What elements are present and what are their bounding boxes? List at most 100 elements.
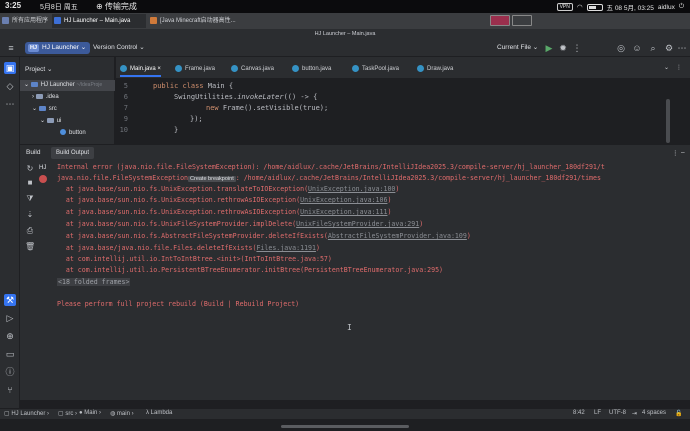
caret-position[interactable]: 8:42 xyxy=(573,410,585,416)
exception-class[interactable]: java.nio.file.FileSystemException xyxy=(57,174,188,182)
editor-scrollbar[interactable] xyxy=(666,99,670,143)
taskbar-intellij[interactable]: HJ Launcher – Main.java xyxy=(52,14,146,28)
tree-item-root[interactable]: ⌄ HJ Launcher ~/IdeaProje xyxy=(20,80,115,91)
breadcrumb-src[interactable]: ▢ src › xyxy=(58,410,77,417)
home-indicator[interactable] xyxy=(281,425,409,428)
run-config-select[interactable]: Current File ⌄ xyxy=(497,43,538,51)
git-icon[interactable]: ⑂ xyxy=(4,384,16,396)
run-icon[interactable]: ▶ xyxy=(543,42,555,54)
code-line: }); xyxy=(190,115,203,123)
exception-path: : /home/aidlux/.cache/JetBrains/IntelliJ… xyxy=(235,174,601,182)
workspace-thumb[interactable] xyxy=(512,15,532,26)
breadcrumb-lambda-label: Lambda xyxy=(150,410,173,416)
taskbar-browser[interactable]: [Java Minecraft启动器高性... xyxy=(148,14,268,28)
breadcrumb-project[interactable]: ▢ HJ Launcher › xyxy=(4,410,49,417)
tab-canvas-java[interactable]: Canvas.java xyxy=(231,63,274,77)
folder-icon xyxy=(30,81,38,87)
more-actions-icon[interactable]: ⋮ xyxy=(571,42,583,54)
stack-frame-link[interactable]: Files.java:1191 xyxy=(256,244,316,252)
panel-options-icon[interactable]: ⋮ xyxy=(672,149,679,157)
problems-icon[interactable]: ⓘ xyxy=(4,366,16,378)
window-controls-icon[interactable]: ⋯ xyxy=(676,42,688,54)
tab-taskpool-java[interactable]: TaskPool.java xyxy=(352,63,399,77)
project-switcher[interactable]: HJ HJ Launcher ⌄ xyxy=(25,42,91,54)
apps-icon xyxy=(2,17,9,24)
ai-assistant-icon[interactable]: ◎ xyxy=(615,42,627,54)
taskbar-all-apps[interactable]: 所有应用程序 xyxy=(0,14,50,28)
main-menu-icon[interactable]: ≡ xyxy=(5,42,17,54)
project-tool-icon[interactable]: ▣ xyxy=(4,62,16,74)
stack-frame-link[interactable]: AbstractFileSystemProvider.java:109 xyxy=(328,232,467,240)
clear-icon[interactable]: 🗑 xyxy=(25,242,35,252)
stack-frame: at com.intellij.util.io.IntToIntBtree.<i… xyxy=(50,255,332,263)
power-icon[interactable]: ⏻ xyxy=(679,3,684,11)
breadcrumb-main-method-label: main xyxy=(116,411,130,417)
commit-icon[interactable]: ◇ xyxy=(4,80,16,92)
tab-overflow-icon[interactable]: ⌄ xyxy=(664,62,669,76)
account-icon[interactable]: ☺ xyxy=(631,42,643,54)
stop-icon[interactable]: ■ xyxy=(25,178,35,188)
stack-frame-link[interactable]: UnixException.java:106 xyxy=(300,196,387,204)
home-indicator-area xyxy=(0,419,690,431)
tree-item-idea[interactable]: › .idea xyxy=(20,92,59,103)
create-breakpoint-tooltip[interactable]: Create breakpoint xyxy=(188,176,236,182)
lock-icon[interactable]: 🔓 xyxy=(675,410,682,417)
tab-button-java[interactable]: button.java xyxy=(292,63,331,77)
breadcrumb-lambda[interactable]: λ Lambda xyxy=(146,410,172,416)
stack-frame-end: ) xyxy=(419,220,424,228)
rerun-icon[interactable]: ↻ xyxy=(25,164,35,174)
tree-item-src[interactable]: ⌄ src xyxy=(20,104,57,115)
code-text: SwingUtilities. xyxy=(174,93,238,101)
code-method: invokeLater xyxy=(237,93,284,101)
code-text: (() -> { xyxy=(283,93,318,101)
print-icon[interactable]: ⎙ xyxy=(25,226,35,236)
system-status-bar: 3:25 5月8日 周五 ⊕ 传输完成 VPN ◠ 五 08 5月, 03:25… xyxy=(0,0,690,13)
stack-frame: at java.base/sun.nio.fs.UnixException.tr… xyxy=(50,185,400,193)
tab-draw-java[interactable]: Draw.java xyxy=(417,63,453,77)
project-panel-header[interactable]: Project ⌄ xyxy=(25,65,53,73)
code-editor[interactable]: 5 public class Main { 6 SwingUtilities.i… xyxy=(116,79,690,144)
code-text: Frame().setVisible(true); xyxy=(218,104,329,112)
version-control-menu[interactable]: Version Control ⌄ xyxy=(93,43,145,51)
build-tool-icon[interactable]: ⚒ xyxy=(4,294,16,306)
tab-main-java[interactable]: Main.java × xyxy=(120,63,161,77)
stack-frame: at java.base/sun.nio.fs.UnixException.re… xyxy=(50,208,392,216)
build-output-console[interactable]: Internal error (java.nio.file.FileSystem… xyxy=(50,160,690,400)
search-icon[interactable]: ⌕ xyxy=(647,42,659,54)
services-icon[interactable]: ⊕ xyxy=(4,330,16,342)
stack-frame-link[interactable]: UnixException.java:111 xyxy=(300,208,387,216)
text-cursor-icon: I xyxy=(347,323,352,332)
settings-icon[interactable]: ⚙ xyxy=(663,42,675,54)
project-panel-title: Project xyxy=(25,66,46,73)
line-number: 7 xyxy=(123,104,128,112)
vpn-badge: VPN xyxy=(556,3,573,11)
wifi-icon: ◠ xyxy=(576,4,583,11)
debug-icon[interactable]: ✹ xyxy=(557,42,569,54)
hide-panel-icon[interactable]: – xyxy=(681,149,685,156)
tab-main-java-label: Main.java xyxy=(130,66,156,72)
stack-frame-link[interactable]: UnixFileSystemProvider.java:291 xyxy=(296,220,419,228)
scroll-to-end-icon[interactable]: ⇣ xyxy=(25,210,35,220)
run-tool-icon[interactable]: ▷ xyxy=(4,312,16,324)
tab-draw-java-label: Draw.java xyxy=(427,66,454,72)
tree-item-idea-label: .idea xyxy=(45,94,59,100)
tab-frame-java[interactable]: Frame.java xyxy=(175,63,215,77)
tab-build-output[interactable]: Build Output xyxy=(51,147,95,159)
folded-frames-toggle[interactable]: <18 folded frames> xyxy=(57,278,131,286)
breadcrumb-main-class[interactable]: ● Main › xyxy=(79,410,101,416)
more-tools-icon[interactable]: ⋯ xyxy=(4,98,16,110)
file-encoding[interactable]: UTF-8 xyxy=(609,410,626,416)
java-class-icon xyxy=(231,64,238,72)
tree-item-button[interactable]: button xyxy=(20,128,86,139)
breadcrumb-main-method[interactable]: ◍ main › xyxy=(110,410,134,417)
stack-frame-link[interactable]: UnixException.java:100 xyxy=(308,185,395,193)
tree-item-ui[interactable]: ⌄ ui xyxy=(20,116,61,127)
filter-icon[interactable]: ⧩ xyxy=(25,194,35,204)
terminal-icon[interactable]: ▭ xyxy=(4,348,16,360)
code-line: SwingUtilities.invokeLater(() -> { xyxy=(174,93,317,101)
line-separator[interactable]: LF xyxy=(594,410,601,416)
workspace-thumb-active[interactable] xyxy=(490,15,510,26)
status-clock: 五 08 5月, 03:25 xyxy=(606,5,654,12)
indent-setting[interactable]: 4 spaces xyxy=(642,410,666,416)
tab-menu-icon[interactable]: ⋮ xyxy=(676,62,682,76)
